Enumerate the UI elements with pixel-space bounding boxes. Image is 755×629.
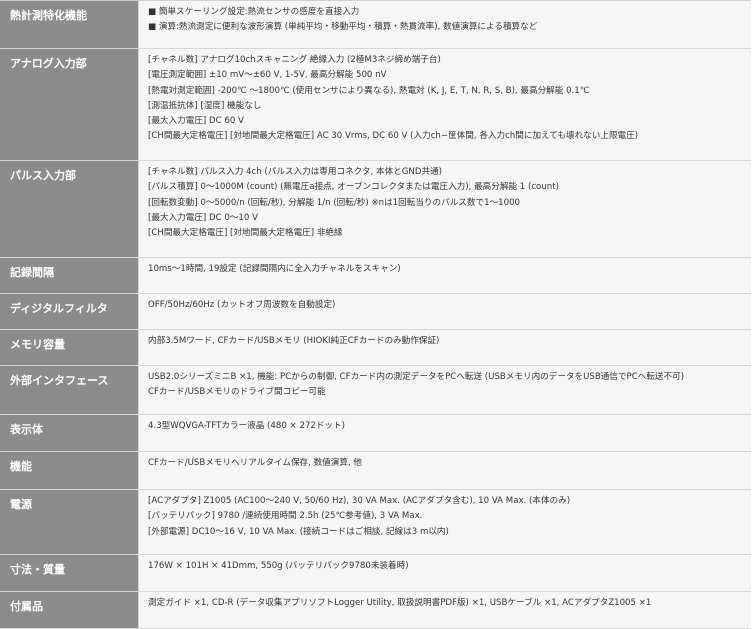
row-body: [チャネル数] パルス入力 4ch (パルス入力は専用コネクタ, 本体とGND共… — [139, 161, 751, 257]
spec-row: 機能 CFカード/USBメモリへリアルタイム保存, 数値演算, 他 — [0, 452, 751, 490]
row-body: 内部3.5Mワード, CFカード/USBメモリ (HIOKI純正CFカードのみ動… — [139, 330, 751, 365]
spec-table: 熱計測特化機能 ■ 簡単スケーリング設定:熱流センサの感度を直接入力 ■ 演算:… — [0, 0, 751, 629]
spec-row: 記録間隔 10ms〜1時間, 19設定 (記録間隔内に全入力チャネルをスキャン) — [0, 258, 751, 294]
spec-row: 寸法・質量 176W × 101H × 41Dmm, 550g (バッテリパック… — [0, 555, 751, 592]
spec-row: 付属品 測定ガイド ×1, CD-R (データ収集アプリソフトLogger Ut… — [0, 592, 751, 629]
body-line: [CH間最大定格電圧] [対地間最大定格電圧] AC 30 Vrms, DC 6… — [148, 131, 639, 142]
row-header: アナログ入力部 — [0, 49, 139, 160]
body-line: [バッテリパック] 9780 /連続使用時間 2.5h (25℃参考値), 3 … — [148, 511, 423, 522]
row-body: CFカード/USBメモリへリアルタイム保存, 数値演算, 他 — [139, 452, 751, 489]
body-line: [最大入力電圧] DC 60 V — [148, 116, 244, 127]
row-body: USB2.0シリーズミニB ×1, 機能: PCからの制御, CFカード内の測定… — [139, 366, 751, 414]
body-line: OFF/50Hz/60Hz (カットオフ周波数を自動設定) — [148, 300, 336, 310]
row-body: ■ 簡単スケーリング設定:熱流センサの感度を直接入力 ■ 演算:熱流測定に便利な… — [139, 1, 751, 48]
row-header: 記録間隔 — [0, 258, 139, 293]
row-body: [ACアダプタ] Z1005 (AC100〜240 V, 50/60 Hz), … — [139, 490, 751, 554]
body-line: [回転数変動] 0〜5000/n (回転/秒), 分解能 1/n (回転/秒) … — [148, 197, 521, 208]
row-header: 電源 — [0, 490, 139, 554]
spec-row: ディジタルフィルタ OFF/50Hz/60Hz (カットオフ周波数を自動設定) — [0, 294, 751, 330]
body-line: 176W × 101H × 41Dmm, 550g (バッテリパック9780未装… — [148, 561, 409, 571]
row-header: 熱計測特化機能 — [0, 1, 139, 48]
body-line: [最大入力電圧] DC 0〜10 V — [148, 212, 258, 223]
row-body: 4.3型WQVGA-TFTカラー液晶 (480 × 272ドット) — [139, 415, 751, 451]
spec-row: メモリ容量 内部3.5Mワード, CFカード/USBメモリ (HIOKI純正CF… — [0, 330, 751, 366]
body-line: CFカード/USBメモリへリアルタイム保存, 数値演算, 他 — [148, 458, 363, 468]
spec-row: 表示体 4.3型WQVGA-TFTカラー液晶 (480 × 272ドット) — [0, 415, 751, 452]
body-line: ■ 演算:熱流測定に便利な波形演算 (単純平均・移動平均・積算・熱貫流率), 数… — [148, 22, 538, 33]
body-line: [CH間最大定格電圧] [対地間最大定格電圧] 非絶縁 — [148, 228, 343, 239]
row-body: 10ms〜1時間, 19設定 (記録間隔内に全入力チャネルをスキャン) — [139, 258, 751, 293]
body-line: [外部電源] DC10〜16 V, 10 VA Max. (接続コードはご相談,… — [148, 526, 449, 537]
body-line: [チャネル数] パルス入力 4ch (パルス入力は専用コネクタ, 本体とGND共… — [148, 167, 443, 177]
spec-row: 外部インタフェース USB2.0シリーズミニB ×1, 機能: PCからの制御,… — [0, 366, 751, 415]
row-body: [チャネル数] アナログ10chスキャニング 絶縁入力 (2極M3ネジ締め端子台… — [139, 49, 751, 160]
row-header: 寸法・質量 — [0, 555, 139, 591]
spec-row: 熱計測特化機能 ■ 簡単スケーリング設定:熱流センサの感度を直接入力 ■ 演算:… — [0, 1, 751, 49]
row-body: 176W × 101H × 41Dmm, 550g (バッテリパック9780未装… — [139, 555, 751, 591]
body-line: ■ 簡単スケーリング設定:熱流センサの感度を直接入力 — [148, 7, 360, 17]
row-header: メモリ容量 — [0, 330, 139, 365]
body-line: CFカード/USBメモリのドライブ間コピー可能 — [148, 387, 326, 398]
body-line: [測温抵抗体] [湿度] 機能なし — [148, 100, 262, 111]
row-header: 外部インタフェース — [0, 366, 139, 414]
body-line: [ACアダプタ] Z1005 (AC100〜240 V, 50/60 Hz), … — [148, 496, 571, 506]
body-line: [パルス積算] 0〜1000M (count) (無電圧a接点, オープンコレク… — [148, 182, 559, 193]
row-header: 表示体 — [0, 415, 139, 451]
row-header: パルス入力部 — [0, 161, 139, 257]
spec-row: 電源 [ACアダプタ] Z1005 (AC100〜240 V, 50/60 Hz… — [0, 490, 751, 555]
body-line: 内部3.5Mワード, CFカード/USBメモリ (HIOKI純正CFカードのみ動… — [148, 336, 440, 346]
body-line: [電圧測定範囲] ±10 mV〜±60 V, 1-5V, 最高分解能 500 n… — [148, 70, 387, 81]
row-body: OFF/50Hz/60Hz (カットオフ周波数を自動設定) — [139, 294, 751, 329]
body-line: [熱電対測定範囲] -200℃ 〜1800℃ (使用センサにより異なる), 熱電… — [148, 85, 590, 96]
body-line: 4.3型WQVGA-TFTカラー液晶 (480 × 272ドット) — [148, 421, 346, 431]
spec-row: アナログ入力部 [チャネル数] アナログ10chスキャニング 絶縁入力 (2極M… — [0, 49, 751, 161]
body-line: [チャネル数] アナログ10chスキャニング 絶縁入力 (2極M3ネジ締め端子台… — [148, 55, 441, 65]
row-header: 機能 — [0, 452, 139, 489]
body-line: 測定ガイド ×1, CD-R (データ収集アプリソフトLogger Utilit… — [148, 598, 652, 608]
row-body: 測定ガイド ×1, CD-R (データ収集アプリソフトLogger Utilit… — [139, 592, 751, 628]
row-header: 付属品 — [0, 592, 139, 628]
body-line: 10ms〜1時間, 19設定 (記録間隔内に全入力チャネルをスキャン) — [148, 264, 401, 274]
body-line: USB2.0シリーズミニB ×1, 機能: PCからの制御, CFカード内の測定… — [148, 372, 685, 382]
row-header: ディジタルフィルタ — [0, 294, 139, 329]
spec-row: パルス入力部 [チャネル数] パルス入力 4ch (パルス入力は専用コネクタ, … — [0, 161, 751, 258]
